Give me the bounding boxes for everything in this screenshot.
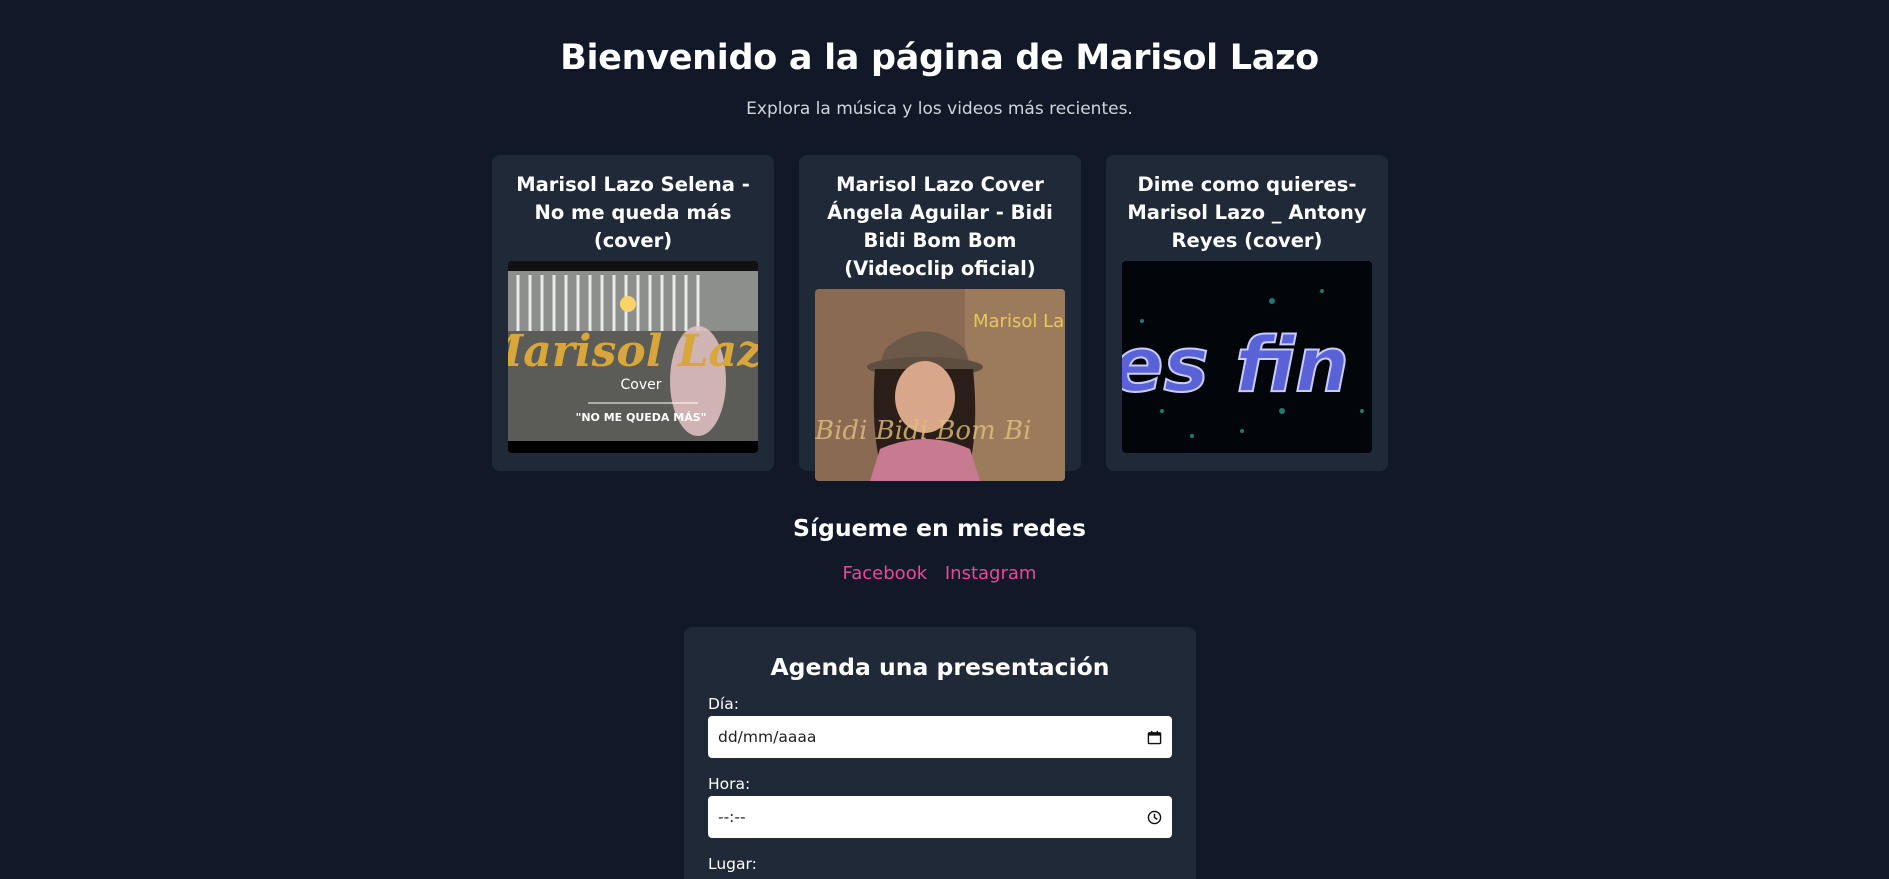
- video-list: Marisol Lazo Selena - No me queda más (c…: [492, 155, 1388, 481]
- svg-text:es fin: es fin: [1122, 320, 1349, 409]
- page: Bienvenido a la página de Marisol Lazo E…: [0, 0, 1889, 879]
- booking-form: Agenda una presentación Día: dd/mm/aaaa …: [684, 627, 1196, 879]
- date-placeholder: dd/mm/aaaa: [718, 728, 817, 746]
- svg-text:Marisol La: Marisol La: [973, 311, 1064, 332]
- booking-title: Agenda una presentación: [770, 653, 1110, 681]
- place-label: Lugar:: [708, 855, 757, 873]
- video-card: Marisol Lazo Cover Ángela Aguilar - Bidi…: [799, 155, 1081, 481]
- video-thumbnail[interactable]: Marisol La Bidi Bidi Bom Bi: [815, 289, 1065, 481]
- date-input[interactable]: dd/mm/aaaa: [708, 716, 1172, 758]
- page-title: Bienvenido a la página de Marisol Lazo: [560, 38, 1319, 78]
- page-subtitle: Explora la música y los videos más recie…: [746, 99, 1133, 119]
- social-title: Sígueme en mis redes: [793, 514, 1086, 542]
- time-placeholder: --:--: [718, 808, 746, 826]
- facebook-link[interactable]: Facebook: [843, 563, 928, 584]
- svg-text:"NO ME QUEDA MÁS": "NO ME QUEDA MÁS": [576, 411, 707, 424]
- calendar-icon[interactable]: [1147, 730, 1162, 745]
- time-input[interactable]: --:--: [708, 796, 1172, 838]
- clock-icon[interactable]: [1147, 810, 1162, 825]
- svg-text:Cover: Cover: [621, 377, 662, 393]
- video-thumbnail-image: es fin: [1122, 261, 1372, 453]
- video-thumbnail[interactable]: Marisol Lazo Cover "NO ME QUEDA MÁS": [508, 261, 758, 453]
- video-title: Marisol Lazo Selena - No me queda más (c…: [516, 173, 750, 252]
- time-label: Hora:: [708, 775, 751, 793]
- video-title: Marisol Lazo Cover Ángela Aguilar - Bidi…: [827, 173, 1053, 280]
- video-thumbnail[interactable]: es fin: [1122, 261, 1372, 453]
- video-card: Marisol Lazo Selena - No me queda más (c…: [492, 155, 774, 471]
- instagram-link[interactable]: Instagram: [945, 563, 1037, 584]
- video-title: Dime como quieres- Marisol Lazo _ Antony…: [1127, 173, 1367, 252]
- svg-text:Marisol Lazo: Marisol Lazo: [508, 326, 758, 377]
- video-thumbnail-image: Marisol La Bidi Bidi Bom Bi: [815, 289, 1065, 481]
- video-thumbnail-image: Marisol Lazo Cover "NO ME QUEDA MÁS": [508, 261, 758, 453]
- svg-text:Bidi Bidi Bom Bi: Bidi Bidi Bom Bi: [815, 416, 1031, 446]
- social-links: Facebook Instagram: [0, 563, 1879, 584]
- day-label: Día:: [708, 695, 739, 713]
- video-card: Dime como quieres- Marisol Lazo _ Antony…: [1106, 155, 1388, 471]
